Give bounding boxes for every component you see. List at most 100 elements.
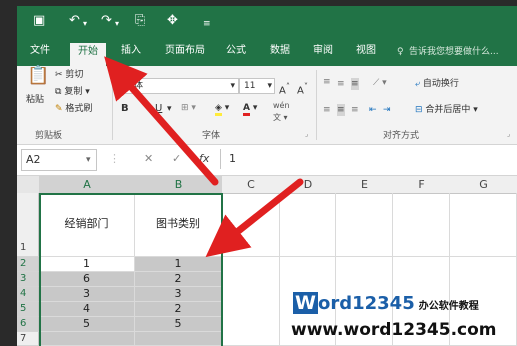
cell-a1[interactable]: 经销部门 bbox=[39, 193, 135, 257]
alignment-group-label: 对齐方式 bbox=[383, 131, 420, 141]
cell-e1[interactable] bbox=[336, 193, 393, 257]
dialog-launcher-icon[interactable]: ⌟ bbox=[305, 128, 308, 140]
row-header-1[interactable]: 1 bbox=[17, 193, 39, 257]
orientation-icon[interactable]: ⟋ ▾ bbox=[373, 77, 387, 89]
insert-function-icon[interactable]: fx bbox=[199, 152, 209, 165]
merge-center-button[interactable]: ⊟ 合并后居中 ▾ bbox=[415, 104, 478, 116]
cell-b1[interactable]: 图书类别 bbox=[135, 193, 222, 257]
tab-file[interactable]: 文件 bbox=[30, 44, 50, 58]
column-header-g[interactable]: G bbox=[450, 176, 517, 194]
row-header-5[interactable]: 5 bbox=[17, 302, 39, 317]
name-box[interactable]: A2 ▾ bbox=[21, 149, 97, 171]
tab-insert[interactable]: 插入 bbox=[121, 44, 141, 58]
paste-button[interactable]: 粘贴 bbox=[26, 94, 44, 106]
align-bottom-icon[interactable]: ≡ bbox=[351, 78, 359, 90]
cell-d1[interactable] bbox=[280, 193, 336, 257]
merge-icon: ⊟ bbox=[415, 105, 423, 115]
cell-b7[interactable] bbox=[135, 332, 222, 346]
cell-range-c2-c7[interactable] bbox=[222, 257, 280, 346]
font-size-value: 11 bbox=[244, 81, 256, 91]
watermark-logo: Word12345 办公软件教程 bbox=[293, 292, 479, 314]
column-header-f[interactable]: F bbox=[393, 176, 451, 194]
column-header-d[interactable]: D bbox=[280, 176, 337, 194]
cut-label: 剪切 bbox=[65, 70, 84, 80]
underline-button[interactable]: U bbox=[155, 103, 162, 115]
tab-formulas[interactable]: 公式 bbox=[226, 44, 246, 58]
divider bbox=[112, 70, 113, 140]
tab-view[interactable]: 视图 bbox=[356, 44, 376, 58]
borders-icon[interactable]: ⊞ ▾ bbox=[181, 102, 196, 114]
cell-a5[interactable]: 4 bbox=[39, 302, 135, 317]
align-left-icon[interactable]: ≡ bbox=[323, 104, 331, 116]
tab-data[interactable]: 数据 bbox=[270, 44, 290, 58]
cell-c1[interactable] bbox=[222, 193, 280, 257]
enter-icon[interactable]: ✓ bbox=[172, 152, 181, 165]
cell-b5[interactable]: 2 bbox=[135, 302, 222, 317]
cut-button[interactable]: ✂ 剪切 bbox=[55, 69, 83, 81]
merge-center-label: 合并后居中 bbox=[425, 105, 471, 115]
font-name-select[interactable]: 宋体 ▾ bbox=[121, 78, 239, 94]
cell-a2[interactable]: 1 bbox=[39, 257, 135, 272]
print-preview-icon[interactable]: ⎘ bbox=[135, 13, 145, 29]
save-icon[interactable]: ▣ bbox=[33, 13, 45, 29]
dialog-launcher-icon[interactable]: ⌟ bbox=[507, 128, 510, 140]
cell-b6[interactable]: 5 bbox=[135, 317, 222, 332]
tell-me-box[interactable]: 告诉我您想要做什么... bbox=[409, 45, 499, 59]
watermark: Word12345 办公软件教程 www.word12345.com bbox=[287, 290, 517, 346]
cell-a3[interactable]: 6 bbox=[39, 272, 135, 287]
cancel-icon[interactable]: ✕ bbox=[144, 152, 153, 165]
row-header-4[interactable]: 4 bbox=[17, 287, 39, 302]
font-size-select[interactable]: 11 ▾ bbox=[239, 78, 275, 94]
tab-page-layout[interactable]: 页面布局 bbox=[165, 44, 205, 58]
copy-button[interactable]: ⧉ 复制 ▾ bbox=[55, 86, 90, 98]
cell-b4[interactable]: 3 bbox=[135, 287, 222, 302]
increase-indent-icon[interactable]: ⇥ bbox=[383, 104, 391, 116]
font-color-icon[interactable]: A ▾ bbox=[243, 102, 257, 116]
row-header-7[interactable]: 7 bbox=[17, 332, 39, 346]
align-right-icon[interactable]: ≡ bbox=[351, 104, 359, 116]
cell-a4[interactable]: 3 bbox=[39, 287, 135, 302]
redo-dropdown-icon[interactable]: ▾ bbox=[115, 16, 119, 32]
formula-input[interactable]: 1 bbox=[220, 149, 517, 169]
format-painter-label: 格式刷 bbox=[65, 104, 93, 114]
bold-button[interactable]: B bbox=[121, 103, 129, 115]
divider bbox=[316, 70, 317, 140]
chevron-down-icon: ▾ bbox=[86, 155, 91, 165]
cell-a6[interactable]: 5 bbox=[39, 317, 135, 332]
select-all-corner[interactable] bbox=[17, 176, 40, 194]
fill-color-icon[interactable]: ◈ ▾ bbox=[215, 102, 229, 116]
phonetic-icon[interactable]: wén 文 ▾ bbox=[273, 100, 290, 124]
chevron-down-icon: ▾ bbox=[267, 81, 272, 91]
tab-home[interactable]: 开始 bbox=[70, 43, 106, 66]
chevron-down-icon[interactable]: ▾ bbox=[167, 103, 172, 115]
row-header-3[interactable]: 3 bbox=[17, 272, 39, 287]
watermark-url: www.word12345.com bbox=[291, 320, 497, 340]
align-center-icon[interactable]: ≡ bbox=[337, 104, 345, 116]
ribbon-home: 📋 粘贴 ✂ 剪切 ⧉ 复制 ▾ ✎ 格式刷 剪贴板 宋体 ▾ 11 ▾ A˄ … bbox=[17, 66, 517, 145]
column-header-e[interactable]: E bbox=[336, 176, 394, 194]
cell-f1[interactable] bbox=[393, 193, 450, 257]
wrap-text-label: 自动换行 bbox=[422, 79, 459, 89]
align-top-icon[interactable]: ≡ bbox=[323, 76, 331, 88]
tab-review[interactable]: 审阅 bbox=[313, 44, 333, 58]
customize-icon[interactable]: ≡ bbox=[203, 16, 211, 32]
shrink-font-icon[interactable]: A˅ bbox=[297, 80, 308, 97]
decrease-indent-icon[interactable]: ⇤ bbox=[369, 104, 377, 116]
paste-icon[interactable]: 📋 bbox=[27, 67, 49, 85]
align-middle-icon[interactable]: ≡ bbox=[337, 78, 345, 90]
grow-font-icon[interactable]: A˄ bbox=[279, 80, 290, 97]
cell-b3[interactable]: 2 bbox=[135, 272, 222, 287]
wrap-text-button[interactable]: ⤶ 自动换行 bbox=[415, 78, 459, 90]
format-painter-button[interactable]: ✎ 格式刷 bbox=[55, 103, 92, 115]
row-header-6[interactable]: 6 bbox=[17, 317, 39, 332]
cell-a7[interactable] bbox=[39, 332, 135, 346]
copy-label: 复制 bbox=[64, 87, 83, 97]
touch-mode-icon[interactable]: ✥ bbox=[167, 13, 178, 29]
cell-g1[interactable] bbox=[450, 193, 517, 257]
column-header-c[interactable]: C bbox=[222, 176, 281, 194]
undo-dropdown-icon[interactable]: ▾ bbox=[83, 16, 87, 32]
redo-icon[interactable]: ↷ bbox=[101, 13, 112, 29]
undo-icon[interactable]: ↶ bbox=[69, 13, 80, 29]
cell-b2[interactable]: 1 bbox=[135, 257, 222, 272]
row-header-2[interactable]: 2 bbox=[17, 257, 39, 272]
